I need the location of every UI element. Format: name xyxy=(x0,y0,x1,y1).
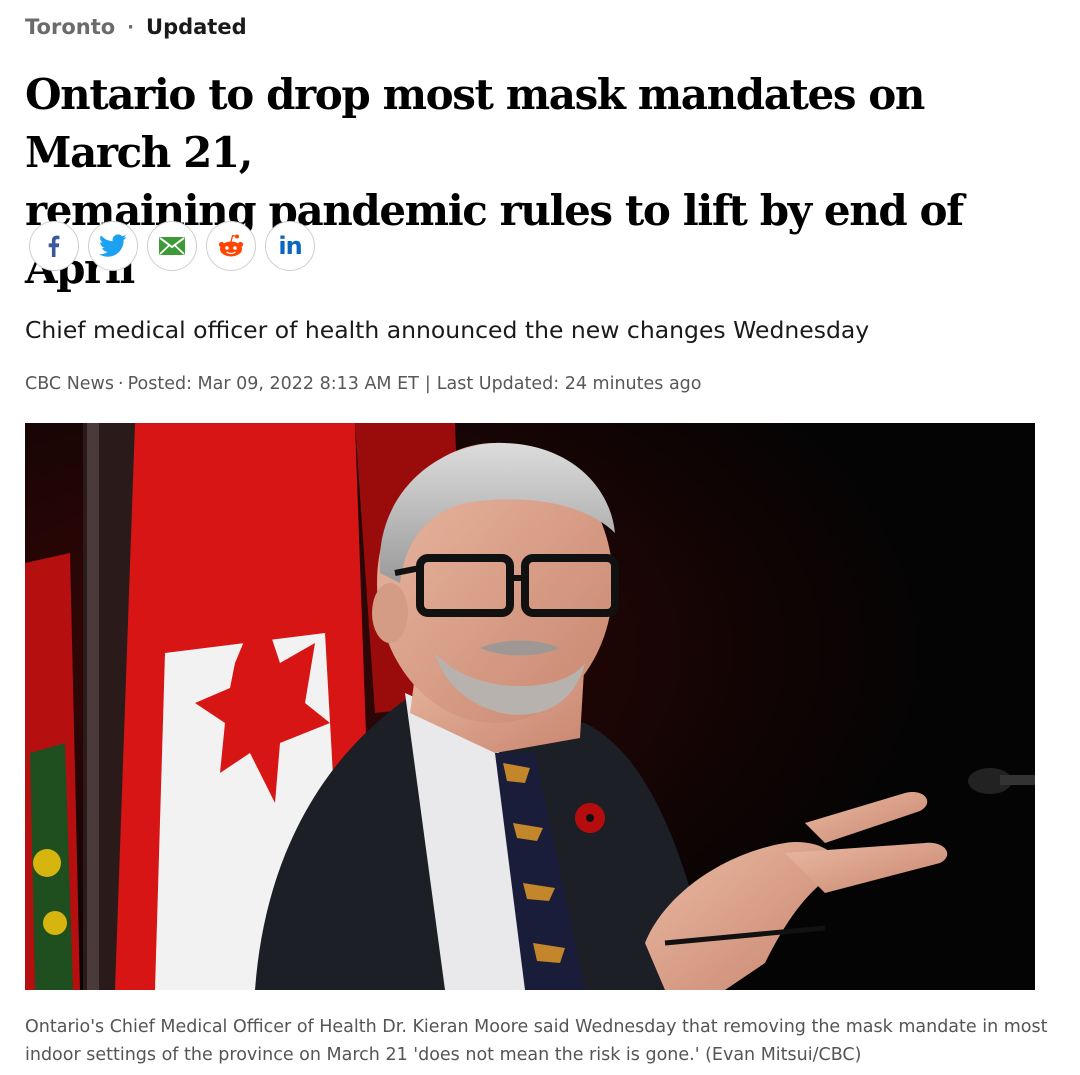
byline-dot: · xyxy=(118,374,124,394)
share-email-button[interactable] xyxy=(147,221,197,271)
article-topline: Toronto · Updated xyxy=(25,12,247,42)
email-icon xyxy=(158,236,186,256)
twitter-icon xyxy=(99,234,127,258)
reddit-icon xyxy=(217,233,245,259)
share-bar: in xyxy=(29,221,315,271)
article-deck: Chief medical officer of health announce… xyxy=(25,316,870,344)
hero-photo xyxy=(25,423,1035,990)
byline-source: CBC News xyxy=(25,374,114,394)
share-reddit-button[interactable] xyxy=(206,221,256,271)
byline: CBC News · Posted: Mar 09, 2022 8:13 AM ET… xyxy=(25,374,701,394)
byline-posted: Posted: Mar 09, 2022 8:13 AM ET xyxy=(127,374,419,394)
share-facebook-button[interactable] xyxy=(29,221,79,271)
linkedin-icon: in xyxy=(278,232,302,260)
share-twitter-button[interactable] xyxy=(88,221,138,271)
updated-label: Updated xyxy=(146,15,247,39)
separator-dot: · xyxy=(127,16,135,38)
hero-photo-illustration xyxy=(25,423,1035,990)
byline-divider: | xyxy=(424,374,431,394)
photo-caption: Ontario's Chief Medical Officer of Healt… xyxy=(25,1017,1048,1065)
facebook-icon xyxy=(41,233,67,259)
share-linkedin-button[interactable]: in xyxy=(265,221,315,271)
section-link[interactable]: Toronto xyxy=(25,15,115,39)
headline-line-1: Ontario to drop most mask mandates on Ma… xyxy=(25,70,925,177)
byline-updated: Last Updated: 24 minutes ago xyxy=(436,374,702,394)
